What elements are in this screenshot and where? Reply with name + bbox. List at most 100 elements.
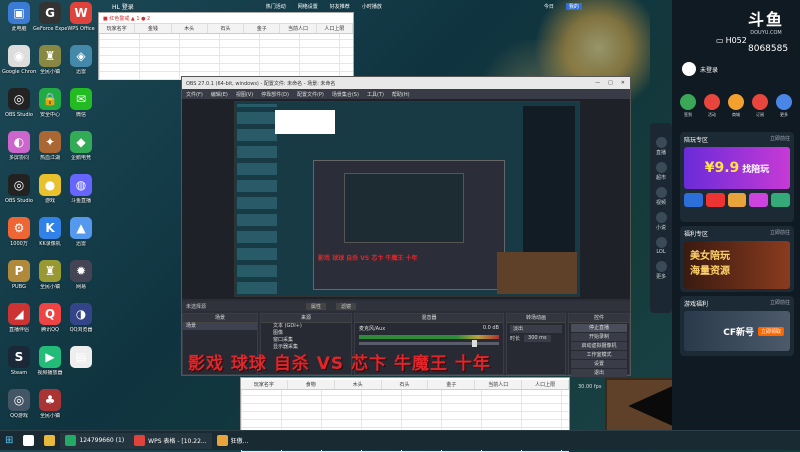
card-fuli-more[interactable]: 立即前往 — [770, 229, 790, 238]
desktop-icon[interactable]: ✹ 网易 — [64, 260, 98, 290]
desktop-icon[interactable]: ♜ 全民小镇 — [33, 260, 67, 290]
desktop-icon[interactable]: ♣ 全民小镇 — [33, 389, 67, 419]
side-nav-item[interactable]: 小说 — [650, 212, 672, 231]
volume-slider-handle[interactable] — [472, 340, 477, 347]
quick-action[interactable]: 更多 — [776, 94, 792, 118]
column-header[interactable]: 木头 — [335, 380, 382, 389]
game-icon[interactable] — [749, 193, 769, 207]
menu-item[interactable]: 工具(T) — [367, 91, 384, 98]
column-header[interactable]: 石头 — [208, 24, 245, 33]
obs-window[interactable]: OBS 27.0.1 (64-bit, windows) - 配置文件: 未命名… — [181, 76, 631, 377]
menu-item[interactable]: 配置文件(P) — [297, 91, 324, 98]
desktop-icon[interactable]: ▶ 视频播放器 — [33, 346, 67, 376]
desktop-icon[interactable]: ◎ QQ游戏 — [2, 389, 36, 419]
topbar-text-6[interactable]: 我的 — [565, 2, 582, 10]
column-header[interactable]: 食物 — [288, 380, 335, 389]
desktop-icon[interactable]: ▤ — [64, 346, 98, 370]
column-header[interactable]: 当前人口 — [280, 24, 317, 33]
maximize-icon[interactable]: □ — [608, 80, 613, 86]
game-icon[interactable] — [727, 193, 747, 207]
desktop-icon[interactable]: ✉ 微信 — [64, 88, 98, 118]
desktop-icon[interactable]: W WPS Office — [64, 2, 98, 32]
column-header[interactable]: 当前人口 — [475, 380, 523, 389]
game-icon[interactable] — [771, 193, 790, 207]
column-header[interactable]: 木头 — [172, 24, 208, 33]
topbar-text-2[interactable]: 网络设置 — [298, 3, 318, 10]
topbar-text-3[interactable]: 好友推荐 — [330, 3, 350, 10]
menu-item[interactable]: 视图(V) — [236, 91, 253, 98]
desktop-icon[interactable]: ◢ 直播伴侣 — [2, 303, 36, 333]
topbar-text-1[interactable]: 热门活动 — [266, 3, 286, 10]
column-header[interactable]: 人口上限 — [317, 24, 353, 33]
scene-item[interactable]: 场景 — [183, 323, 257, 330]
desktop-icon[interactable]: ✦ 热血江湖 — [33, 131, 67, 161]
desktop-icon[interactable]: ♜ 全民小镇 — [33, 45, 67, 75]
source-item[interactable]: 图像 — [261, 330, 351, 337]
desktop-icon[interactable]: ◈ 迅雷 — [64, 45, 98, 75]
column-header[interactable]: 人口上限 — [522, 380, 570, 389]
properties-button[interactable]: 属性 — [306, 302, 327, 310]
card-peiwan-more[interactable]: 立即前往 — [770, 135, 790, 144]
desktop-icon[interactable]: ● 游戏 — [33, 174, 67, 204]
menu-item[interactable]: 帮助(H) — [392, 91, 410, 98]
control-button[interactable]: 启动虚拟摄像机 — [571, 342, 627, 350]
desktop-icon[interactable]: ◑ QQ浏览器 — [64, 303, 98, 333]
card-peiwan[interactable]: 陪玩专区 立即前往 ¥9.9 找陪玩 — [680, 132, 794, 222]
control-button[interactable]: 开始录制 — [571, 333, 627, 341]
desktop-icon[interactable]: P PUBG — [2, 260, 36, 290]
quick-action[interactable]: 订阅 — [752, 94, 768, 118]
side-nav-item[interactable]: 视频 — [650, 187, 672, 206]
avatar[interactable] — [682, 62, 696, 76]
top-table-window[interactable]: ■ 红色警戒 ▲ 1 ● 2 玩家名字 金钱 木头 石头 金子 当前人口 人口上限 — [98, 12, 354, 80]
desktop-icon[interactable]: ◆ 企鹅电竞 — [64, 131, 98, 161]
login-label[interactable]: 未登录 — [700, 65, 718, 74]
card-game-more[interactable]: 立即前往 — [770, 299, 790, 308]
control-button[interactable]: 停止直播 — [571, 324, 627, 332]
column-header[interactable]: 金钱 — [135, 24, 172, 33]
topbar-text-5[interactable]: 今日 — [544, 3, 554, 10]
filters-button[interactable]: 滤镜 — [336, 302, 357, 310]
game-icon[interactable] — [684, 193, 703, 207]
desktop-icon[interactable]: Q 腾讯QQ — [33, 303, 67, 333]
column-header[interactable]: 金子 — [428, 380, 476, 389]
source-item[interactable]: 文本 (GDI+) — [261, 323, 351, 330]
side-nav-item[interactable]: 直播 — [650, 137, 672, 156]
card-fuli[interactable]: 福利专区 立即前往 美女陪玩 海量资源 — [680, 226, 794, 292]
card-game-button[interactable]: 立即领取 — [757, 326, 784, 336]
card-game[interactable]: 游戏福利 立即前往 CF新号 立即领取 — [680, 296, 794, 356]
column-header[interactable]: 玩家名字 — [241, 380, 288, 389]
quick-action[interactable]: 活动 — [704, 94, 720, 118]
taskbar-app-0[interactable]: 124799660 (1) — [60, 432, 130, 449]
transition-select[interactable]: 淡出 — [510, 325, 562, 333]
quick-action[interactable]: 商城 — [728, 94, 744, 118]
control-button[interactable]: 工作室模式 — [571, 351, 627, 359]
volume-slider[interactable] — [359, 340, 499, 347]
column-header[interactable]: 石头 — [382, 380, 429, 389]
taskbar-app-folder[interactable] — [39, 433, 60, 449]
desktop-icon[interactable]: ▲ 迅雷 — [64, 217, 98, 247]
side-nav-item[interactable]: LOL — [650, 237, 672, 255]
control-button[interactable]: 设置 — [571, 360, 627, 368]
topbar-text-0[interactable]: HL 登录 — [112, 2, 134, 11]
taskbar-app-2[interactable]: 狂傲... — [212, 433, 254, 449]
menu-item[interactable]: 停靠部件(D) — [261, 91, 289, 98]
desktop-icon[interactable]: 🔒 安全中心 — [33, 88, 67, 118]
desktop-icon[interactable]: G GeForce Experience — [33, 2, 67, 32]
column-header[interactable]: 玩家名字 — [99, 24, 136, 33]
menu-item[interactable]: 编辑(E) — [211, 91, 228, 98]
start-button[interactable]: ⊞ — [0, 433, 18, 449]
topbar-text-4[interactable]: 小时播放 — [362, 3, 382, 10]
close-icon[interactable]: ✕ — [621, 80, 625, 86]
minimize-icon[interactable]: — — [595, 80, 600, 86]
column-header[interactable]: 金子 — [244, 24, 281, 33]
duration-input[interactable]: 300 ms — [524, 335, 551, 342]
desktop-icon[interactable]: ◎ OBS Studio — [2, 88, 36, 118]
control-button[interactable]: 退出 — [571, 369, 627, 377]
desktop-icon[interactable]: K KK录像机 — [33, 217, 67, 247]
source-item[interactable]: 窗口采集 — [261, 337, 351, 344]
taskbar-app-1[interactable]: WPS 表格 - [10.22... — [129, 432, 212, 449]
desktop-icon[interactable]: ◉ Google Chrome — [2, 45, 36, 75]
desktop-icon[interactable]: ⚙ 1000万 — [2, 217, 36, 247]
taskbar-app-edge[interactable] — [18, 433, 39, 449]
user-row[interactable]: 未登录 — [682, 62, 718, 76]
